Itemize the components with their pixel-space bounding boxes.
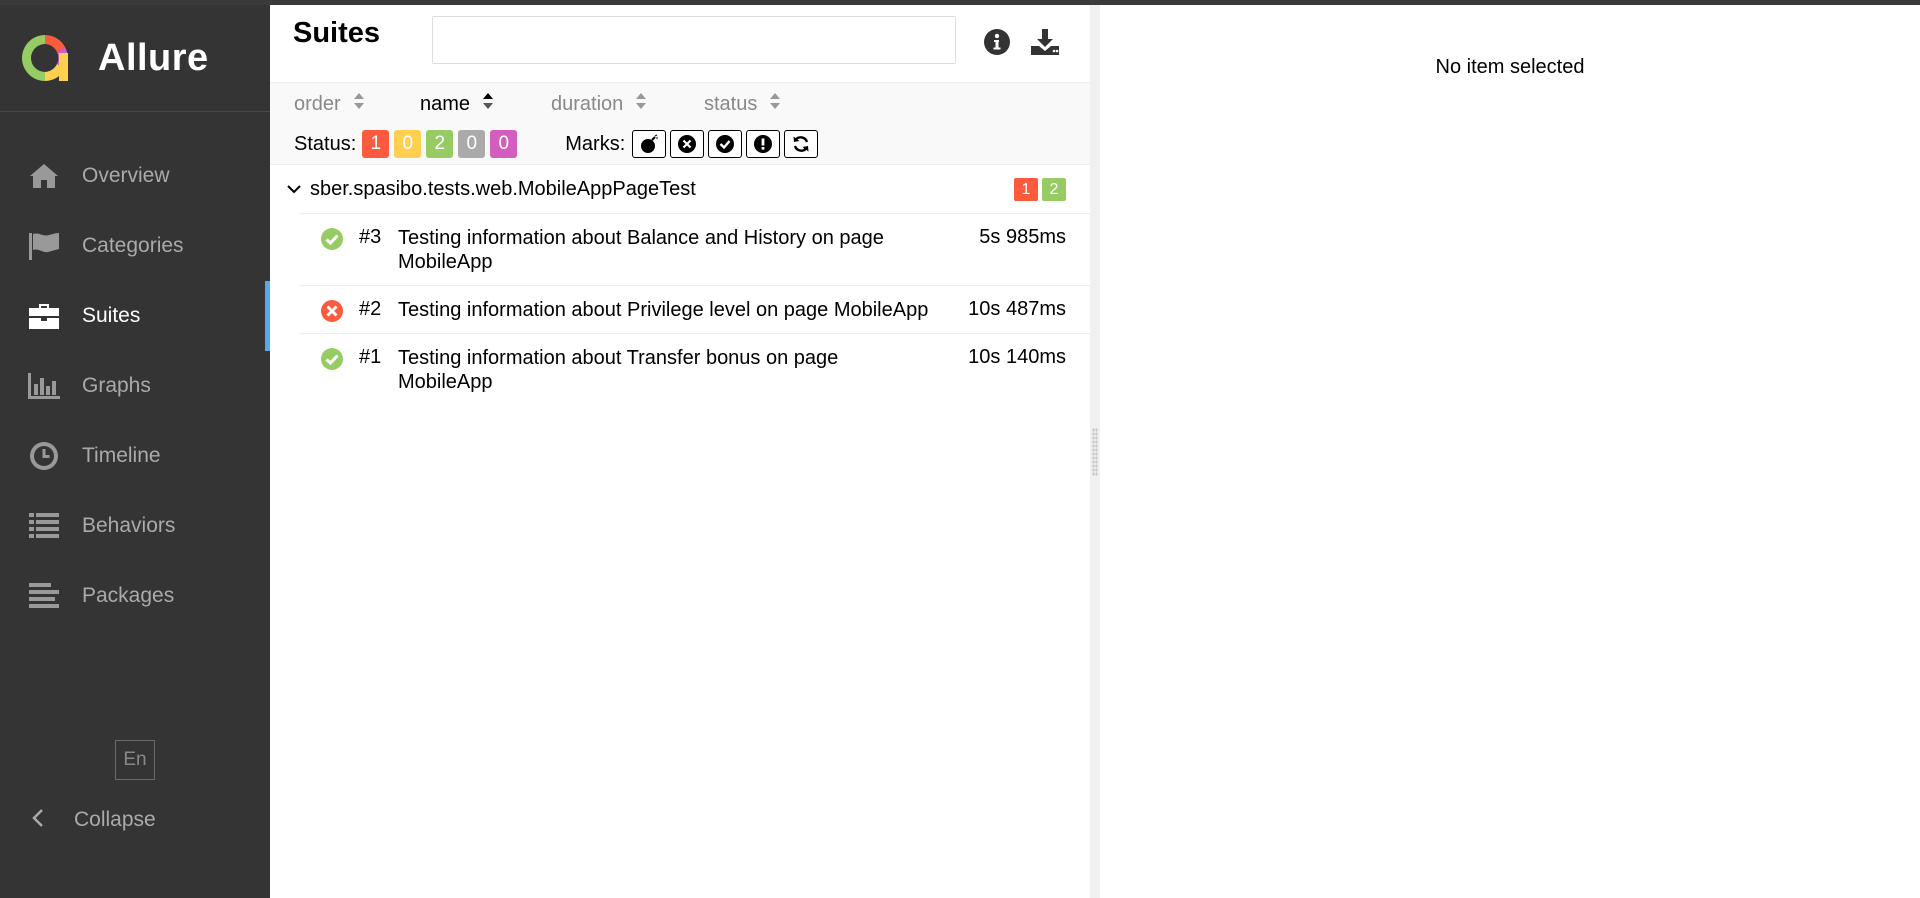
retries-mark-toggle[interactable]: [784, 130, 819, 158]
flaky-mark-toggle[interactable]: [632, 130, 667, 158]
search-input[interactable]: [432, 16, 956, 64]
new-failed-mark-toggle[interactable]: [670, 130, 705, 158]
test-number: #2: [359, 298, 382, 320]
times-circle-icon: [678, 135, 697, 153]
new-broken-mark-toggle[interactable]: [746, 130, 781, 158]
briefcase-icon: [27, 301, 61, 331]
brand[interactable]: Allure: [0, 5, 270, 112]
sidebar-item-label: Categories: [82, 234, 184, 257]
test-duration: 5s 985ms: [979, 226, 1066, 248]
status-broken-toggle[interactable]: 0: [394, 130, 422, 158]
sidebar-nav: Overview Categories Suites Graphs Timeli…: [0, 141, 270, 631]
test-duration: 10s 487ms: [968, 298, 1066, 320]
sort-by-status[interactable]: status: [704, 92, 781, 116]
test-row[interactable]: #2 Testing information about Privilege l…: [300, 285, 1090, 333]
suite-status-counts: 1 2: [1010, 178, 1066, 201]
sidebar-item-overview[interactable]: Overview: [0, 141, 270, 211]
bar-chart-icon: [27, 371, 61, 401]
sidebar-item-suites[interactable]: Suites: [0, 281, 270, 351]
sidebar-item-label: Graphs: [82, 374, 151, 397]
language-select-button[interactable]: En: [115, 740, 155, 780]
sidebar-item-label: Behaviors: [82, 514, 176, 537]
sidebar-item-label: Timeline: [82, 444, 161, 467]
sorter-label: name: [420, 92, 471, 115]
test-row[interactable]: #3 Testing information about Balance and…: [300, 213, 1090, 285]
status-passed-toggle[interactable]: 2: [426, 130, 454, 158]
sorter-label: duration: [551, 92, 624, 115]
sort-icon: [635, 92, 647, 116]
suite-name: sber.spasibo.tests.web.MobileAppPageTest: [310, 177, 696, 200]
exclamation-circle-icon: [754, 135, 773, 153]
passed-count-badge: 2: [1042, 178, 1066, 201]
collapse-label: Collapse: [74, 808, 156, 831]
test-number: #3: [359, 226, 382, 248]
sort-icon: [482, 92, 494, 116]
info-icon: [984, 29, 1010, 55]
list-icon: [27, 511, 61, 541]
failed-count-badge: 1: [1014, 178, 1038, 201]
bomb-icon: [641, 134, 659, 153]
sort-icon: [353, 92, 365, 116]
status-skipped-toggle[interactable]: 0: [458, 130, 486, 158]
chevron-left-icon: [32, 808, 44, 833]
status-filter: Status: 1 0 2 0 0 Marks:: [294, 130, 819, 158]
splitter-grip[interactable]: [1092, 428, 1098, 476]
collapse-button[interactable]: Collapse: [0, 795, 270, 845]
passed-status-icon: [320, 347, 344, 377]
sorter-label: status: [704, 92, 758, 115]
new-passed-mark-toggle[interactable]: [708, 130, 743, 158]
sidebar: Allure Overview Categories Suites Graphs: [0, 5, 270, 898]
sidebar-item-graphs[interactable]: Graphs: [0, 351, 270, 421]
test-name: Testing information about Privilege leve…: [398, 299, 929, 321]
allure-logo-icon: [22, 35, 68, 81]
status-label: Status:: [294, 132, 357, 155]
test-number: #1: [359, 346, 382, 368]
toolbar: order name duration status Status: 1 0 2…: [270, 83, 1090, 165]
pane-header: Suites: [270, 5, 1090, 83]
suites-pane: Suites order name duration status Status…: [270, 5, 1090, 898]
marks-filter: Marks:: [565, 130, 819, 158]
failed-status-icon: [320, 299, 344, 329]
check-circle-icon: [716, 135, 735, 153]
test-row[interactable]: #1 Testing information about Transfer bo…: [300, 333, 1090, 405]
detail-pane: No item selected: [1100, 5, 1920, 898]
empty-state-text: No item selected: [1435, 56, 1585, 78]
sidebar-item-categories[interactable]: Categories: [0, 211, 270, 281]
flag-icon: [27, 231, 61, 261]
sidebar-item-behaviors[interactable]: Behaviors: [0, 491, 270, 561]
align-left-icon: [27, 581, 61, 611]
sort-by-name[interactable]: name: [420, 92, 494, 116]
sidebar-item-timeline[interactable]: Timeline: [0, 421, 270, 491]
test-name: Testing information about Transfer bonus…: [398, 347, 839, 393]
sort-icon: [769, 92, 781, 116]
test-duration: 10s 140ms: [968, 346, 1066, 368]
sorter-label: order: [294, 92, 341, 115]
refresh-icon: [793, 136, 809, 152]
status-unknown-toggle[interactable]: 0: [490, 130, 518, 158]
marks-label: Marks:: [565, 132, 626, 155]
chevron-down-icon: [286, 178, 302, 201]
download-icon: [1031, 29, 1059, 55]
sidebar-item-label: Packages: [82, 584, 175, 607]
app-name: Allure: [98, 36, 209, 79]
test-name: Testing information about Balance and Hi…: [398, 227, 884, 273]
sidebar-item-label: Overview: [82, 164, 170, 187]
status-failed-toggle[interactable]: 1: [362, 130, 390, 158]
page-title: Suites: [293, 17, 381, 49]
home-icon: [27, 161, 61, 191]
sidebar-item-packages[interactable]: Packages: [0, 561, 270, 631]
info-button[interactable]: [980, 25, 1014, 59]
suite-group-row[interactable]: sber.spasibo.tests.web.MobileAppPageTest…: [270, 165, 1090, 213]
sort-by-duration[interactable]: duration: [551, 92, 647, 116]
passed-status-icon: [320, 227, 344, 257]
sidebar-item-label: Suites: [82, 304, 141, 327]
clock-icon: [27, 441, 61, 471]
sort-by-order[interactable]: order: [294, 92, 365, 116]
download-button[interactable]: [1028, 25, 1062, 59]
